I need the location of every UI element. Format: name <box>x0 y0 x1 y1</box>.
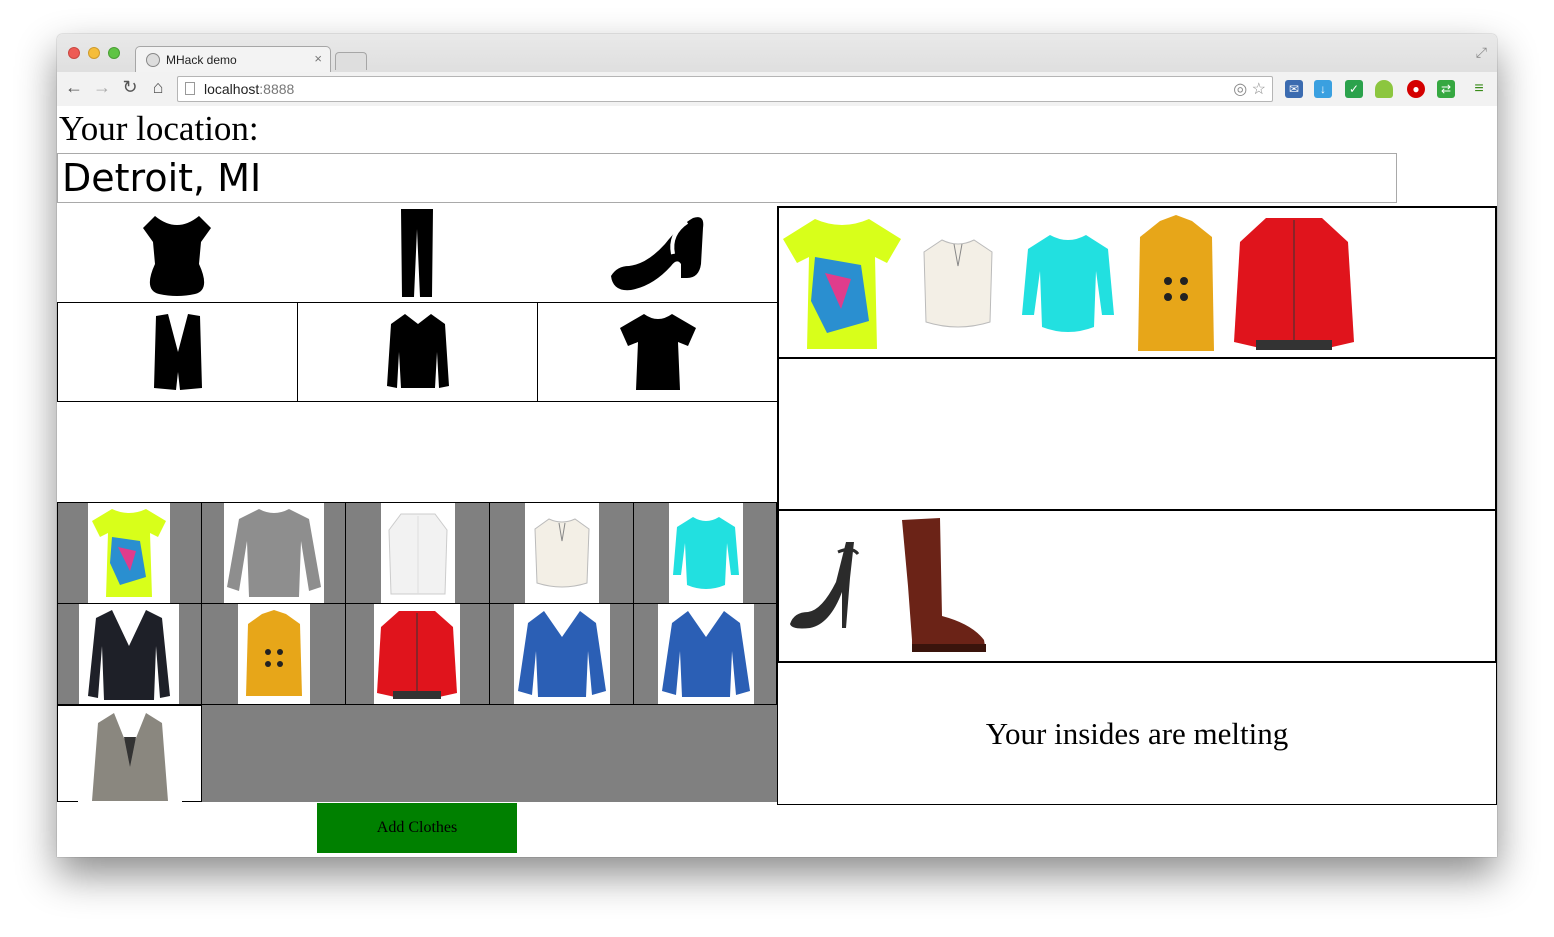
red-bomber-image[interactable] <box>1229 210 1359 356</box>
android-icon[interactable] <box>1375 80 1393 98</box>
home-button[interactable]: ⌂ <box>147 77 169 98</box>
category-vests[interactable] <box>57 302 298 402</box>
browser-toolbar: ← → ↻ ⌂ localhost:8888 ◎ ☆ ✉ ↓ ✓ ● ⇄ ≡ <box>57 72 1497 106</box>
fullscreen-icon[interactable]: ⤢ <box>1476 44 1487 61</box>
sync-icon[interactable]: ⇄ <box>1437 80 1455 98</box>
wardrobe-item[interactable] <box>489 603 634 705</box>
menu-icon[interactable]: ≡ <box>1470 80 1488 98</box>
wardrobe-item[interactable] <box>345 502 490 604</box>
neon-graphic-tee-image <box>88 503 170 603</box>
wardrobe-item[interactable] <box>633 502 777 604</box>
top-icon <box>143 216 211 296</box>
gray-sweater-image <box>224 503 324 603</box>
category-tops[interactable] <box>57 205 297 303</box>
mustard-coat-image[interactable] <box>1133 210 1219 358</box>
wardrobe-item[interactable] <box>489 502 634 604</box>
reload-button[interactable]: ↻ <box>119 77 141 98</box>
white-cardigan-image <box>381 503 455 603</box>
page-content: Your location: Detroit, MI Add Clothes Y… <box>57 107 1497 857</box>
cyan-blouse-image[interactable] <box>1019 230 1117 338</box>
tshirt-icon <box>619 314 696 390</box>
jacket-icon <box>386 314 449 388</box>
zoom-window-button[interactable] <box>108 47 120 59</box>
browser-titlebar: MHack demo × ⤢ ← → ↻ ⌂ localhost:8888 ◎ … <box>57 34 1497 106</box>
browser-window: MHack demo × ⤢ ← → ↻ ⌂ localhost:8888 ◎ … <box>57 34 1497 857</box>
omnibox-actions: ◎ ☆ <box>1233 79 1266 99</box>
wardrobe-item[interactable] <box>57 705 202 802</box>
red-bomber-image <box>374 604 460 704</box>
blue-leather-jacket-image <box>514 604 610 704</box>
category-pants[interactable] <box>297 205 537 303</box>
minimize-window-button[interactable] <box>88 47 100 59</box>
gray-blazer-image <box>78 706 182 802</box>
cyan-blouse-image <box>669 503 743 603</box>
sandal-icon <box>611 217 704 291</box>
category-tshirts[interactable] <box>537 302 778 402</box>
wardrobe-item[interactable] <box>201 603 346 705</box>
wardrobe-item[interactable] <box>345 603 490 705</box>
wardrobe-item[interactable] <box>57 502 202 604</box>
vest-icon <box>153 314 202 390</box>
outfit-tops-row <box>777 206 1497 359</box>
forward-button[interactable]: → <box>91 77 113 98</box>
cream-blouse-image <box>525 503 599 603</box>
tab-title: MHack demo <box>166 53 237 67</box>
star-icon[interactable]: ☆ <box>1252 81 1266 98</box>
pants-icon <box>401 209 433 297</box>
location-label: Your location: <box>59 109 259 148</box>
target-icon[interactable]: ◎ <box>1233 81 1247 98</box>
brown-boot-image[interactable] <box>891 515 991 657</box>
browser-tab[interactable]: MHack demo × <box>135 46 331 72</box>
chrome-ext-icon[interactable]: ✓ <box>1345 80 1363 98</box>
category-shoes[interactable] <box>537 205 777 303</box>
stop-icon[interactable]: ● <box>1407 80 1425 98</box>
cream-blouse-image[interactable] <box>919 234 997 334</box>
add-clothes-button[interactable]: Add Clothes <box>317 803 517 853</box>
url-text: localhost:8888 <box>204 81 295 97</box>
mustard-coat-image <box>238 604 310 704</box>
tab-close-icon[interactable]: × <box>314 51 322 66</box>
wardrobe-item[interactable] <box>57 603 202 705</box>
blue-leather-jacket-image <box>658 604 754 704</box>
weather-message: Your insides are melting <box>777 662 1497 805</box>
category-jackets[interactable] <box>297 302 538 402</box>
favicon-icon <box>146 53 160 67</box>
page-icon <box>185 82 195 95</box>
outfit-bottoms-row <box>777 357 1497 511</box>
black-blazer-image <box>79 604 179 704</box>
new-tab-button[interactable] <box>335 52 367 70</box>
wardrobe-item[interactable] <box>633 603 777 705</box>
outfit-shoes-row <box>777 509 1497 663</box>
strappy-heel-image[interactable] <box>785 531 865 633</box>
wardrobe-item[interactable] <box>201 502 346 604</box>
neon-graphic-tee-image[interactable] <box>781 216 903 352</box>
download-icon[interactable]: ↓ <box>1314 80 1332 98</box>
back-button[interactable]: ← <box>63 77 85 98</box>
close-window-button[interactable] <box>68 47 80 59</box>
mail-icon[interactable]: ✉ <box>1285 80 1303 98</box>
location-input[interactable] <box>57 153 1397 203</box>
address-bar[interactable]: localhost:8888 ◎ ☆ <box>177 76 1273 102</box>
